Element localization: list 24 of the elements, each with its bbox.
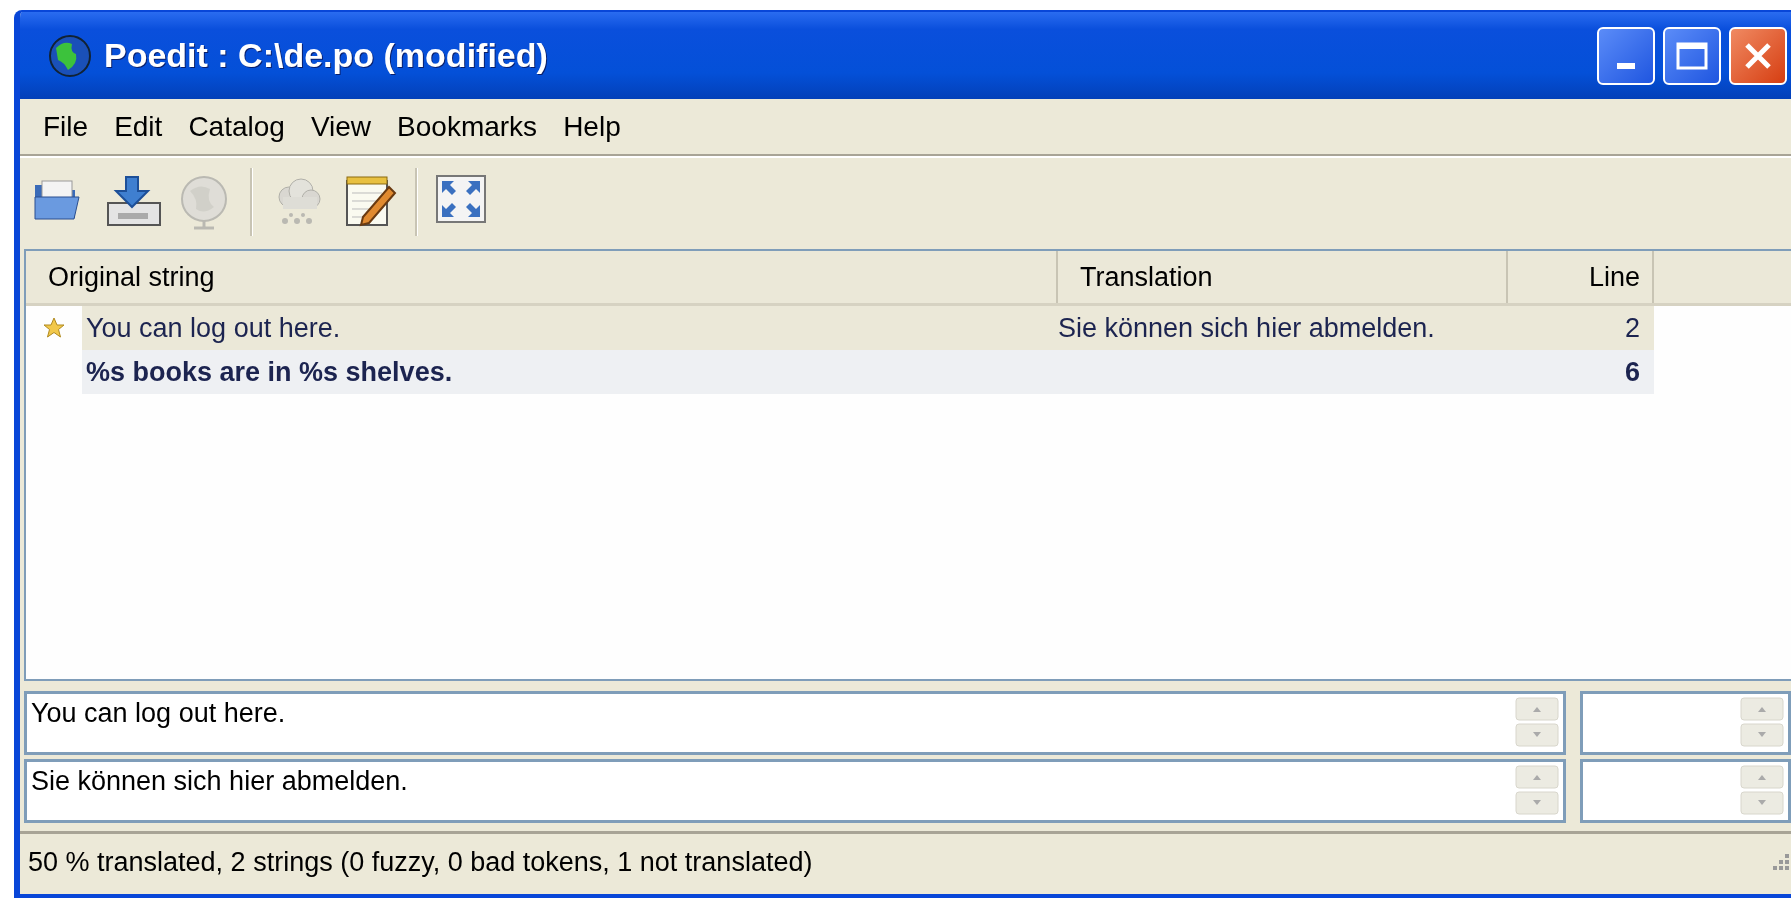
menu-item[interactable]: Edit <box>101 110 176 143</box>
menu-item[interactable]: Help <box>550 110 634 143</box>
menu-item[interactable]: File <box>30 110 102 143</box>
text-area[interactable]: You can log out here. <box>27 694 286 752</box>
status-text: 50 % translated, 2 strings (0 fuzzy, 0 bad tokens, 1 not translated) <box>28 846 813 878</box>
column-header[interactable]: Original string <box>26 251 1058 303</box>
minimize-button[interactable] <box>1597 26 1655 85</box>
menu-item[interactable]: Catalog <box>175 110 298 143</box>
close-icon <box>1743 40 1773 71</box>
table-cell: You can log out here. <box>82 306 1058 350</box>
table-cell: 6 <box>1508 350 1654 394</box>
table-cell: %s books are in %s shelves. <box>82 350 1058 394</box>
maximize-icon <box>1676 41 1708 70</box>
table-cell: 2 <box>1508 306 1654 350</box>
menu-item[interactable]: View <box>297 110 385 143</box>
window-title: Poedit : C:\de.po (modified) <box>104 36 548 75</box>
column-header[interactable]: Translation <box>1058 251 1508 303</box>
column-header[interactable]: Line <box>1508 251 1654 303</box>
minimize-icon <box>1617 62 1635 69</box>
globe-icon <box>48 33 92 78</box>
table-cell: Sie können sich hier abmelden. <box>1058 306 1508 350</box>
menu-item[interactable]: Bookmarks <box>384 110 551 143</box>
close-button[interactable] <box>1729 26 1787 85</box>
maximize-button[interactable] <box>1663 26 1721 85</box>
